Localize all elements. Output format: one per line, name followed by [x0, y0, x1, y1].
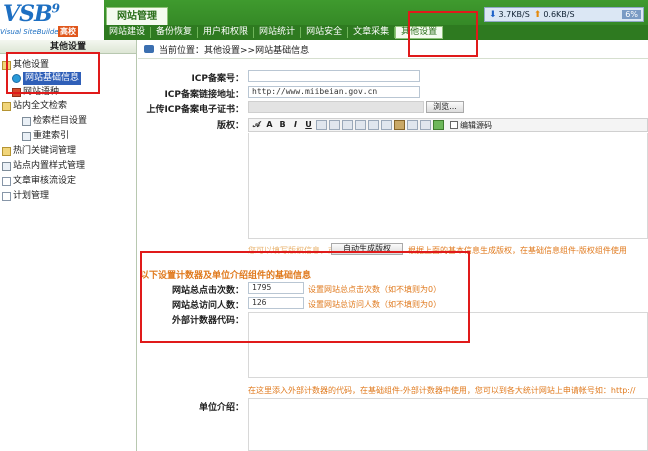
- app-header: VSB9 Visual SiteBuilder 高校 网站管理 ⬇ 3.7KB/…: [0, 0, 648, 40]
- folder-icon: [2, 61, 11, 70]
- folder-icon: [2, 147, 11, 156]
- underline-icon[interactable]: U: [303, 120, 314, 130]
- total-visitors-hint: 设置网站总访问人数（如不填则为0）: [308, 300, 442, 309]
- sidebar-item-rebuild-index[interactable]: 重建索引: [22, 130, 69, 143]
- sidebar-item-builtin-styles[interactable]: 站点内置样式管理: [2, 160, 85, 173]
- sidebar-title: 其他设置: [0, 40, 136, 54]
- logo: VSB9 Visual SiteBuilder 高校: [0, 0, 104, 40]
- icp-cert-label: 上传ICP备案电子证书：: [146, 105, 244, 115]
- main-content: 当前位置：其他设置>>网站基础信息 ICP备案号： ICP备案链接地址： htt…: [138, 40, 648, 451]
- link-icon[interactable]: [407, 120, 418, 130]
- total-clicks-label: 网站总点击次数：: [171, 286, 244, 296]
- external-counter-hint: 在这里添入外部计数器的代码，在基础组件-外部计数器中使用，您可以到各大统计网站上…: [248, 386, 636, 395]
- edit-source-label: 编辑源码: [460, 120, 492, 130]
- icp-number-input[interactable]: [248, 70, 420, 82]
- flag-icon: [12, 88, 21, 97]
- font-color-icon[interactable]: A: [264, 120, 275, 130]
- font-style-icon[interactable]: 𝒜: [251, 120, 262, 130]
- upload-speed: 0.6KB/S: [543, 10, 575, 19]
- nav-site-build[interactable]: 网站建设: [104, 27, 152, 38]
- icp-link-label: ICP备案链接地址：: [164, 90, 244, 100]
- ordered-list-icon[interactable]: [329, 120, 340, 130]
- globe-icon: [12, 74, 21, 83]
- external-counter-textarea[interactable]: [248, 312, 648, 378]
- stack-icon: [2, 162, 11, 171]
- sidebar: 其他设置 其他设置 网站基础信息 网站语种 站内全文检索 检索栏目设置 重建索引…: [0, 40, 137, 451]
- nav-backup-restore[interactable]: 备份恢复: [151, 27, 199, 38]
- external-counter-label: 外部计数器代码：: [171, 316, 244, 326]
- hr-icon[interactable]: [420, 120, 431, 130]
- sidebar-item-hot-keywords[interactable]: 热门关键词管理: [2, 145, 76, 158]
- grid-icon: [22, 117, 31, 126]
- browse-button[interactable]: 浏览...: [426, 101, 464, 113]
- unit-intro-label: 单位介绍：: [198, 403, 244, 413]
- icp-cert-file-input[interactable]: [248, 101, 424, 113]
- download-arrow-icon: ⬇: [489, 9, 497, 20]
- edition-badge: 高校: [58, 26, 78, 37]
- sidebar-item-site-basic-info[interactable]: 网站基础信息: [12, 72, 82, 85]
- copyright-label: 版权：: [216, 121, 244, 131]
- sidebar-item-fulltext-search[interactable]: 站内全文检索: [2, 100, 67, 113]
- download-speed: 3.7KB/S: [498, 10, 530, 19]
- sidebar-item-review-flow[interactable]: 文章审核流设定: [2, 175, 76, 188]
- breadcrumb: 当前位置：其他设置>>网站基础信息: [138, 40, 648, 59]
- unordered-list-icon[interactable]: [342, 120, 353, 130]
- copyright-hint-suffix: 根据上面的基本信息生成版权，在基础信息组件-版权组件使用: [408, 246, 627, 255]
- upload-arrow-icon: ⬆: [533, 9, 542, 20]
- logo-text: VSB9: [3, 1, 60, 27]
- total-clicks-hint: 设置网站总点击次数（如不填则为0）: [308, 285, 442, 294]
- cpu-percent: 6%: [622, 10, 641, 19]
- top-nav: 网站建设 备份恢复 用户和权限 网站统计 网站安全 文章采集 其他设置: [104, 25, 648, 40]
- folder-icon: [2, 102, 11, 111]
- grid-icon: [22, 132, 31, 141]
- nav-site-stats[interactable]: 网站统计: [254, 27, 302, 38]
- tab-site-management[interactable]: 网站管理: [106, 7, 168, 25]
- total-visitors-input[interactable]: 126: [248, 297, 304, 309]
- unit-intro-editor[interactable]: [248, 398, 648, 451]
- image-icon[interactable]: [433, 120, 444, 130]
- nav-users-permissions[interactable]: 用户和权限: [198, 27, 255, 38]
- align-left-icon[interactable]: [316, 120, 327, 130]
- sidebar-item-plan-management[interactable]: 计划管理: [2, 190, 49, 203]
- editor-toolbar: 𝒜 A B I U 编辑源码: [248, 118, 648, 132]
- bold-icon[interactable]: B: [277, 120, 288, 130]
- icp-link-input[interactable]: http://www.miibeian.gov.cn: [248, 86, 420, 98]
- total-visitors-label: 网站总访问人数：: [171, 301, 244, 311]
- sidebar-item-site-language[interactable]: 网站语种: [12, 86, 59, 99]
- edit-source-checkbox[interactable]: [450, 121, 458, 129]
- outdent-icon[interactable]: [355, 120, 366, 130]
- table-icon[interactable]: [394, 120, 405, 130]
- total-clicks-input[interactable]: 1795: [248, 282, 304, 294]
- nav-other-settings[interactable]: 其他设置: [395, 26, 444, 39]
- page-icon: [2, 192, 11, 201]
- icp-label: ICP备案号：: [191, 74, 244, 84]
- sidebar-item-search-column-settings[interactable]: 检索栏目设置: [22, 115, 87, 128]
- network-status: ⬇ 3.7KB/S ⬆ 0.6KB/S 6%: [484, 7, 644, 22]
- nav-article-collect[interactable]: 文章采集: [348, 27, 396, 38]
- indent-icon[interactable]: [368, 120, 379, 130]
- logo-subtitle: Visual SiteBuilder: [0, 28, 62, 36]
- italic-icon[interactable]: I: [290, 120, 301, 130]
- auto-copyright-button[interactable]: 自动生成版权: [331, 243, 403, 255]
- page-icon: [2, 177, 11, 186]
- sidebar-item-other-settings[interactable]: 其他设置: [2, 59, 49, 72]
- font-size-icon[interactable]: [381, 120, 392, 130]
- nav-site-security[interactable]: 网站安全: [301, 27, 349, 38]
- copyright-editor[interactable]: [248, 133, 648, 239]
- location-icon: [144, 45, 154, 53]
- counter-section-title: 以下设置计数器及单位介绍组件的基础信息: [140, 271, 312, 281]
